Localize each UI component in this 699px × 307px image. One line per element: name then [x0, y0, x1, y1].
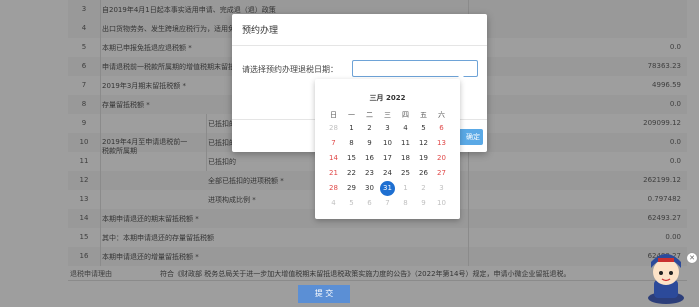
- calendar-day[interactable]: 11: [397, 137, 414, 150]
- month-label: 三月 2022: [369, 94, 406, 102]
- calendar-day[interactable]: 7: [379, 197, 396, 210]
- calendar-day[interactable]: 25: [397, 167, 414, 180]
- calendar-day[interactable]: 4: [397, 122, 414, 135]
- calendar-day[interactable]: 8: [397, 197, 414, 210]
- calendar-day[interactable]: 26: [415, 167, 432, 180]
- calendar-day[interactable]: 22: [343, 167, 360, 180]
- calendar-day[interactable]: 2: [415, 182, 432, 195]
- weekday-header: 三: [384, 111, 391, 119]
- weekday-header: 四: [402, 111, 409, 119]
- calendar-day[interactable]: 8: [343, 137, 360, 150]
- calendar-day[interactable]: 5: [415, 122, 432, 135]
- calendar-day[interactable]: 20: [433, 152, 450, 165]
- calendar-day[interactable]: 4: [325, 197, 342, 210]
- calendar-day[interactable]: 13: [433, 137, 450, 150]
- submit-button[interactable]: 提 交: [298, 285, 350, 303]
- calendar-day[interactable]: 9: [415, 197, 432, 210]
- calendar-day[interactable]: 18: [397, 152, 414, 165]
- calendar-day[interactable]: 14: [325, 152, 342, 165]
- weekday-header: 二: [366, 111, 373, 119]
- calendar-day[interactable]: 1: [343, 122, 360, 135]
- calendar-day[interactable]: 16: [361, 152, 378, 165]
- calendar-day[interactable]: 12: [415, 137, 432, 150]
- calendar-day[interactable]: 24: [379, 167, 396, 180]
- date-picker: 三月 2022 日一二三四五六 28 1 2 3 4 5 6 7 8 9 10 11 12 13 14 15 16…: [315, 79, 460, 219]
- dialog-divider: [232, 45, 487, 46]
- calendar-day[interactable]: 30: [361, 182, 378, 195]
- calendar-day[interactable]: 15: [343, 152, 360, 165]
- calendar-day[interactable]: 31: [379, 181, 396, 196]
- weekday-header: 五: [420, 111, 427, 119]
- calendar-day[interactable]: 21: [325, 167, 342, 180]
- weekday-header: 日: [330, 111, 337, 119]
- calendar-day[interactable]: 28: [325, 122, 342, 135]
- dialog-title: 预约办理: [242, 26, 279, 36]
- weekday-header: 六: [438, 111, 445, 119]
- calendar-day[interactable]: 6: [361, 197, 378, 210]
- calendar-day[interactable]: 7: [325, 137, 342, 150]
- calendar-day[interactable]: 19: [415, 152, 432, 165]
- calendar-day[interactable]: 6: [433, 122, 450, 135]
- calendar-day[interactable]: 5: [343, 197, 360, 210]
- calendar-day[interactable]: 9: [361, 137, 378, 150]
- calendar-day[interactable]: 27: [433, 167, 450, 180]
- calendar-day[interactable]: 1: [397, 182, 414, 195]
- calendar-day[interactable]: 29: [343, 182, 360, 195]
- calendar-day[interactable]: 3: [379, 122, 396, 135]
- assistant-mascot-icon[interactable]: [644, 250, 688, 305]
- calendar-day[interactable]: 17: [379, 152, 396, 165]
- calendar-day[interactable]: 10: [379, 137, 396, 150]
- calendar-day[interactable]: 10: [433, 197, 450, 210]
- calendar-day[interactable]: 23: [361, 167, 378, 180]
- weekday-header: 一: [348, 111, 355, 119]
- calendar-day[interactable]: 28: [325, 182, 342, 195]
- calendar-day[interactable]: 2: [361, 122, 378, 135]
- calendar-day[interactable]: 3: [433, 182, 450, 195]
- date-label: 请选择预约办理退税日期：: [242, 65, 338, 74]
- confirm-button[interactable]: 确定: [456, 129, 483, 145]
- close-icon[interactable]: ✕: [686, 252, 698, 264]
